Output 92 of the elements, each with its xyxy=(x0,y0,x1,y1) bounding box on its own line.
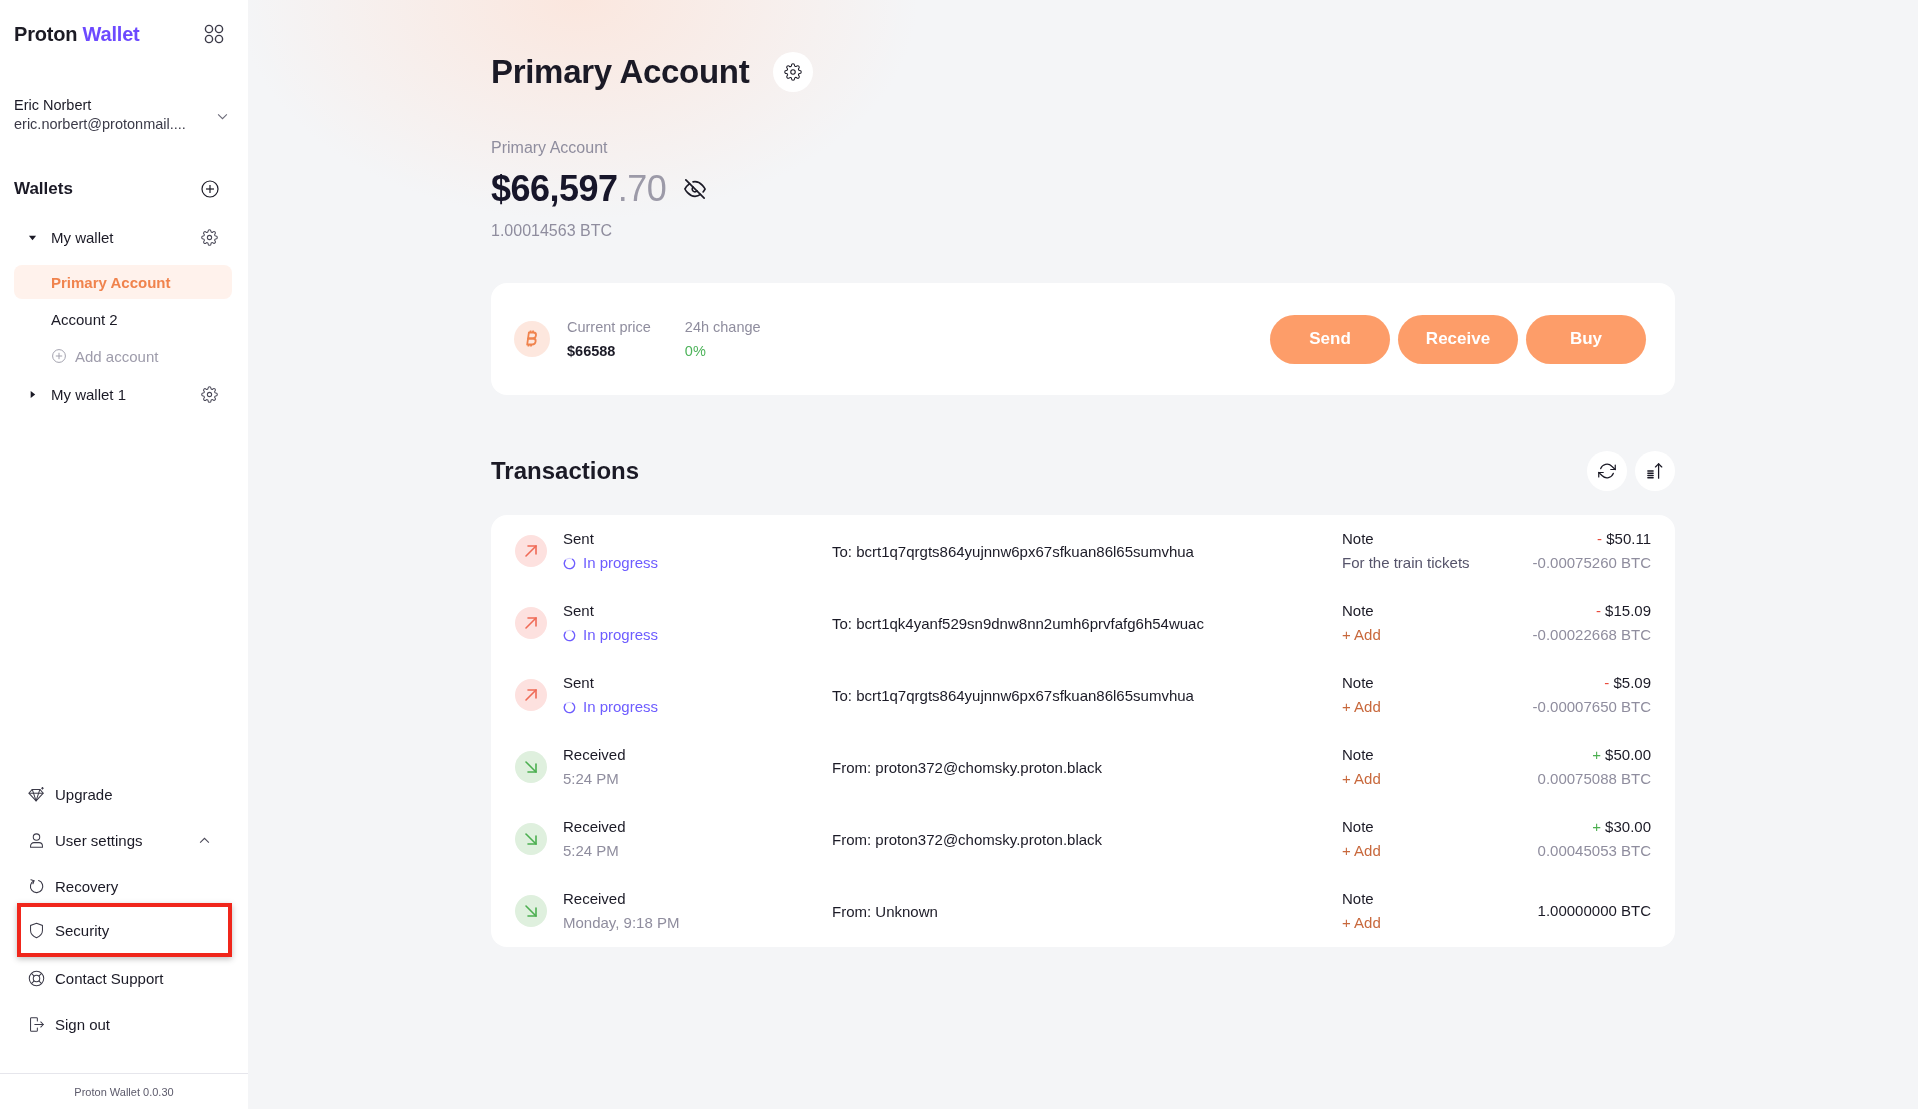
arrow-up-right-icon xyxy=(515,607,547,639)
page-title: Primary Account xyxy=(491,52,750,92)
refresh-button[interactable] xyxy=(1587,451,1627,491)
nav-item[interactable]: Upgrade xyxy=(17,771,232,817)
fiat-amount: - $50.11 xyxy=(1597,529,1651,549)
refresh-icon xyxy=(1598,462,1616,480)
price-value: $66588 xyxy=(567,342,617,361)
transaction-status: 5:24 PM xyxy=(563,841,619,861)
caret-right-icon[interactable] xyxy=(28,389,37,399)
add-note-link[interactable]: + Add xyxy=(1342,767,1381,791)
add-note-link[interactable]: + Add xyxy=(1342,839,1381,863)
fiat-amount: + $50.00 xyxy=(1592,745,1651,765)
balance-label: Primary Account xyxy=(491,138,609,158)
fiat-amount: - $15.09 xyxy=(1595,601,1651,621)
note-label: Note xyxy=(1342,817,1374,837)
transaction-address: To: bcrt1q7qrgts864yujnnw6px67sfkuan86l65sumvhua xyxy=(832,542,1195,560)
account-item[interactable]: Account 2 xyxy=(14,302,232,336)
btc-amount: 0.00045053 BTC xyxy=(1537,841,1651,861)
user-email: eric.norbert@protonmail.... xyxy=(14,115,186,134)
lifebuoy-icon xyxy=(28,969,45,987)
balance-amount: $66,597.70 xyxy=(491,168,667,210)
btc-amount: -0.00075260 BTC xyxy=(1532,553,1651,573)
btc-amount: -0.00022668 BTC xyxy=(1532,625,1651,645)
shield-icon xyxy=(28,921,45,939)
transaction-type: Sent xyxy=(563,673,594,693)
btc-amount: -0.00007650 BTC xyxy=(1532,697,1651,717)
user-icon xyxy=(28,831,45,849)
wallet-settings-icon[interactable] xyxy=(201,385,218,403)
btc-amount: 0.00075088 BTC xyxy=(1537,769,1651,789)
sort-icon xyxy=(1646,462,1664,480)
bitcoin-icon xyxy=(514,321,550,357)
transaction-type: Received xyxy=(563,817,626,837)
logo-text[interactable]: Proton Wallet xyxy=(14,22,140,46)
transaction-type: Received xyxy=(563,745,626,765)
transaction-address: From: proton372@chomsky.proton.black xyxy=(832,830,1104,848)
transaction-address: To: bcrt1qk4yanf529sn9dnw8nn2umh6prvfafg6h54wuac xyxy=(832,614,1205,632)
transaction-status: In progress xyxy=(583,697,659,717)
change-label: 24h change xyxy=(684,318,761,337)
note-label: Note xyxy=(1342,529,1374,549)
nav-item[interactable]: Sign out xyxy=(17,1001,232,1047)
transaction-status: Monday, 9:18 PM xyxy=(563,913,680,933)
transactions-heading: Transactions xyxy=(491,457,640,485)
transaction-status: 5:24 PM xyxy=(563,769,619,789)
transaction-status: In progress xyxy=(583,625,659,645)
refresh-arrow-icon xyxy=(28,877,45,895)
user-name: Eric Norbert xyxy=(14,96,93,115)
add-note-link[interactable]: + Add xyxy=(1342,623,1381,647)
wallet-item[interactable]: My wallet 1 xyxy=(51,385,201,403)
transaction-type: Sent xyxy=(563,601,594,621)
fiat-amount: + $30.00 xyxy=(1592,817,1651,837)
fiat-amount: - $5.09 xyxy=(1604,673,1651,693)
arrow-up-right-icon xyxy=(515,535,547,567)
wallet-item[interactable]: My wallet xyxy=(51,228,201,246)
add-note-link[interactable]: + Add xyxy=(1342,695,1381,719)
btc-amount: 1.00000000 BTC xyxy=(1537,901,1651,921)
chevron-down-icon[interactable] xyxy=(217,112,228,120)
note-label: Note xyxy=(1342,601,1374,621)
account-settings-button[interactable] xyxy=(773,52,814,92)
price-label: Current price xyxy=(567,318,651,337)
settings-icon xyxy=(784,63,803,81)
note-label: Note xyxy=(1342,889,1374,909)
transaction-status: In progress xyxy=(583,553,659,573)
arrow-down-right-icon xyxy=(515,895,547,927)
note-label: Note xyxy=(1342,673,1374,693)
note-text: For the train tickets xyxy=(1342,553,1470,573)
version-text: Proton Wallet 0.0.30 xyxy=(74,1085,174,1098)
sign-out-icon xyxy=(28,1015,45,1033)
change-value: 0% xyxy=(684,342,707,361)
btc-balance: 1.00014563 BTC xyxy=(491,221,613,241)
apps-grid-icon[interactable] xyxy=(204,24,224,44)
sort-button[interactable] xyxy=(1635,451,1675,491)
arrow-down-right-icon xyxy=(515,823,547,855)
transaction-type: Received xyxy=(563,889,626,909)
add-note-link[interactable]: + Add xyxy=(1342,911,1381,935)
chevron-up-icon[interactable] xyxy=(199,836,210,844)
arrow-up-right-icon xyxy=(515,679,547,711)
plus-circle-icon xyxy=(52,349,66,363)
note-label: Note xyxy=(1342,745,1374,765)
transaction-type: Sent xyxy=(563,529,594,549)
nav-item[interactable]: User settings xyxy=(17,817,232,863)
nav-item[interactable]: Recovery xyxy=(17,863,232,909)
nav-item[interactable]: Contact Support xyxy=(17,955,232,1001)
diamond-icon xyxy=(28,785,45,803)
wallets-heading: Wallets xyxy=(14,179,73,199)
transaction-address: From: Unknown xyxy=(832,902,939,920)
transaction-address: To: bcrt1q7qrgts864yujnnw6px67sfkuan86l65sumvhua xyxy=(832,686,1195,704)
eye-slash-icon[interactable] xyxy=(684,178,707,200)
wallet-settings-icon[interactable] xyxy=(201,228,218,246)
arrow-down-right-icon xyxy=(515,751,547,783)
transaction-address: From: proton372@chomsky.proton.black xyxy=(832,758,1104,776)
add-wallet-icon[interactable] xyxy=(201,180,219,198)
nav-item[interactable]: Security xyxy=(21,907,228,953)
